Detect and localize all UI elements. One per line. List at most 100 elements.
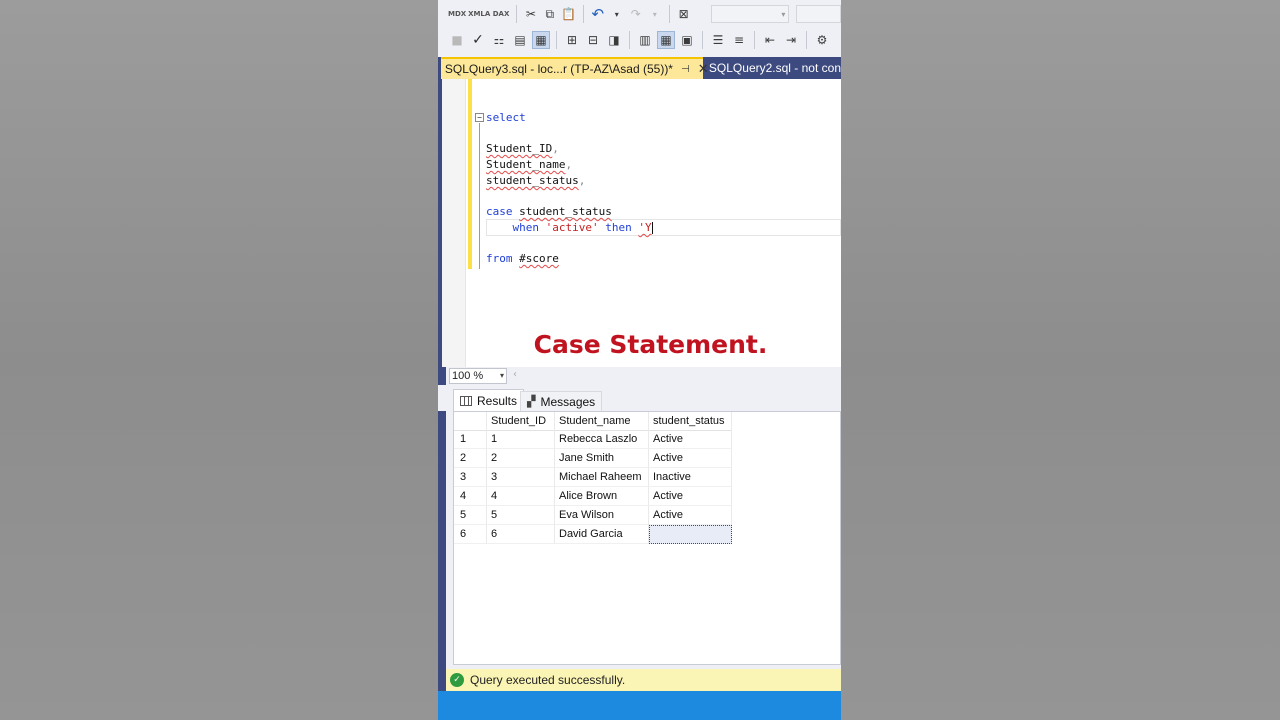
search-combo[interactable]: [796, 5, 841, 23]
zoom-value: 100 %: [452, 370, 484, 382]
cell-student-name[interactable]: David Garcia: [555, 525, 649, 544]
cell-student-id[interactable]: 4: [487, 487, 555, 506]
messages-icon: ▞: [527, 395, 536, 408]
editor-zoom-bar: 100 % ▾ ‹: [438, 367, 841, 385]
decrease-indent-icon[interactable]: ⇤: [761, 31, 779, 49]
outline-line: [479, 123, 480, 269]
case-column: student_status: [519, 205, 612, 218]
cell-student-name[interactable]: Alice Brown: [555, 487, 649, 506]
table-row[interactable]: 4 4 Alice Brown Active: [454, 487, 732, 506]
row-number[interactable]: 2: [454, 449, 487, 468]
stop-icon[interactable]: ■: [448, 31, 466, 49]
cell-student-name[interactable]: Michael Raheem: [555, 468, 649, 487]
table-row[interactable]: 5 5 Eva Wilson Active: [454, 506, 732, 525]
table-row[interactable]: 2 2 Jane Smith Active: [454, 449, 732, 468]
table-row[interactable]: 1 1 Rebecca Laszlo Active: [454, 430, 732, 449]
comma: ,: [552, 142, 559, 155]
increase-indent-icon[interactable]: ⇥: [782, 31, 800, 49]
cell-student-status[interactable]: Inactive: [649, 468, 732, 487]
table-row[interactable]: 6 6 David Garcia: [454, 525, 732, 544]
results-left-border: [438, 367, 446, 691]
activity-monitor-icon[interactable]: ⊠: [676, 5, 692, 23]
ssms-status-strip: [438, 691, 841, 720]
xmla-query-button[interactable]: XMLA: [468, 5, 490, 23]
keyword-case: case: [486, 205, 513, 218]
results-to-grid-icon[interactable]: ▦: [657, 31, 675, 49]
cell-student-id[interactable]: 1: [487, 430, 555, 449]
undo-icon[interactable]: ↶: [590, 5, 606, 23]
cell-student-name[interactable]: Jane Smith: [555, 449, 649, 468]
editor-gutter: [442, 79, 466, 367]
tab-sqlquery3[interactable]: SQLQuery3.sql - loc...r (TP-AZ\Asad (55)…: [440, 57, 709, 79]
copy-icon[interactable]: ⧉: [542, 5, 558, 23]
tab-results-label: Results: [477, 393, 518, 408]
cell-student-name[interactable]: Eva Wilson: [555, 506, 649, 525]
results-to-file-icon[interactable]: ▣: [678, 31, 696, 49]
success-check-icon: ✓: [450, 673, 464, 687]
pin-icon[interactable]: ⊣: [681, 64, 690, 75]
client-stats-icon[interactable]: ◨: [605, 31, 623, 49]
comment-icon[interactable]: ☰: [709, 31, 727, 49]
query-options-icon[interactable]: ▤: [511, 31, 529, 49]
cell-student-id[interactable]: 3: [487, 468, 555, 487]
table-score: #score: [519, 252, 559, 265]
row-number[interactable]: 4: [454, 487, 487, 506]
cell-student-name[interactable]: Rebecca Laszlo: [555, 430, 649, 449]
tab-messages[interactable]: ▞ Messages: [520, 391, 603, 411]
row-number-header[interactable]: [454, 412, 487, 431]
column-header-student-id[interactable]: Student_ID: [487, 412, 555, 431]
comma: ,: [565, 158, 573, 171]
chevron-down-icon: ▾: [781, 9, 786, 19]
cell-student-status-selected[interactable]: [649, 525, 732, 544]
cell-student-status[interactable]: Active: [649, 506, 732, 525]
row-number[interactable]: 3: [454, 468, 487, 487]
scroll-left-icon[interactable]: ‹: [513, 369, 517, 380]
solution-config-combo[interactable]: ▾: [710, 5, 790, 23]
column-header-student-name[interactable]: Student_name: [555, 412, 649, 431]
tab-sqlquery2[interactable]: SQLQuery2.sql - not con: [703, 57, 841, 79]
mdx-query-button[interactable]: MDX: [448, 5, 466, 23]
row-number[interactable]: 1: [454, 430, 487, 449]
row-number[interactable]: 6: [454, 525, 487, 544]
results-to-text-icon[interactable]: ▥: [636, 31, 654, 49]
code-line-student-id: Student_ID,: [486, 141, 559, 157]
cell-student-id[interactable]: 2: [487, 449, 555, 468]
results-grid[interactable]: Student_ID Student_name student_status 1…: [453, 411, 841, 665]
cell-student-id[interactable]: 5: [487, 506, 555, 525]
undo-dropdown-icon[interactable]: ▾: [609, 5, 625, 23]
blurred-background-right: [841, 0, 1280, 720]
ssms-window: MDX XMLA DAX ✂ ⧉ 📋 ↶ ▾ ↷ ▾ ⊠ ▾ ■ ✓ ⚏ ▤ ▦…: [438, 0, 841, 720]
zoom-combo[interactable]: 100 % ▾: [449, 368, 507, 384]
include-plan-icon[interactable]: ⊞: [563, 31, 581, 49]
toolbar-separator: [668, 5, 670, 23]
live-stats-icon[interactable]: ⊟: [584, 31, 602, 49]
toolbar-standard: MDX XMLA DAX ✂ ⧉ 📋 ↶ ▾ ↷ ▾ ⊠ ▾: [438, 0, 841, 28]
text-caret: [651, 222, 653, 234]
code-line-when: when 'active' then 'Y: [486, 220, 653, 236]
specify-values-icon[interactable]: ⚙: [813, 31, 831, 49]
paste-icon[interactable]: 📋: [561, 5, 577, 23]
tab-results[interactable]: Results: [453, 389, 525, 411]
query-editor[interactable]: − select Student_ID, Student_name, stude…: [438, 79, 841, 367]
redo-icon[interactable]: ↷: [628, 5, 644, 23]
toolbar-separator: [515, 5, 517, 23]
collapse-toggle-icon[interactable]: −: [475, 113, 484, 122]
cut-icon[interactable]: ✂: [523, 5, 539, 23]
grid-header-row: Student_ID Student_name student_status: [454, 412, 732, 431]
dax-query-button[interactable]: DAX: [492, 5, 510, 23]
display-plan-icon[interactable]: ⚏: [490, 31, 508, 49]
parse-check-icon[interactable]: ✓: [469, 31, 487, 49]
cell-student-status[interactable]: Active: [649, 430, 732, 449]
row-number[interactable]: 5: [454, 506, 487, 525]
redo-dropdown-icon[interactable]: ▾: [647, 5, 663, 23]
intellisense-icon[interactable]: ▦: [532, 31, 550, 49]
code-line-student-status: student_status,: [486, 173, 585, 189]
cell-student-id[interactable]: 6: [487, 525, 555, 544]
changed-lines-marker: [468, 79, 472, 269]
cell-student-status[interactable]: Active: [649, 449, 732, 468]
cell-student-status[interactable]: Active: [649, 487, 732, 506]
table-row[interactable]: 3 3 Michael Raheem Inactive: [454, 468, 732, 487]
code-line-case: case student_status: [486, 204, 612, 220]
column-header-student-status[interactable]: student_status: [649, 412, 732, 431]
uncomment-icon[interactable]: ≡: [730, 31, 748, 49]
